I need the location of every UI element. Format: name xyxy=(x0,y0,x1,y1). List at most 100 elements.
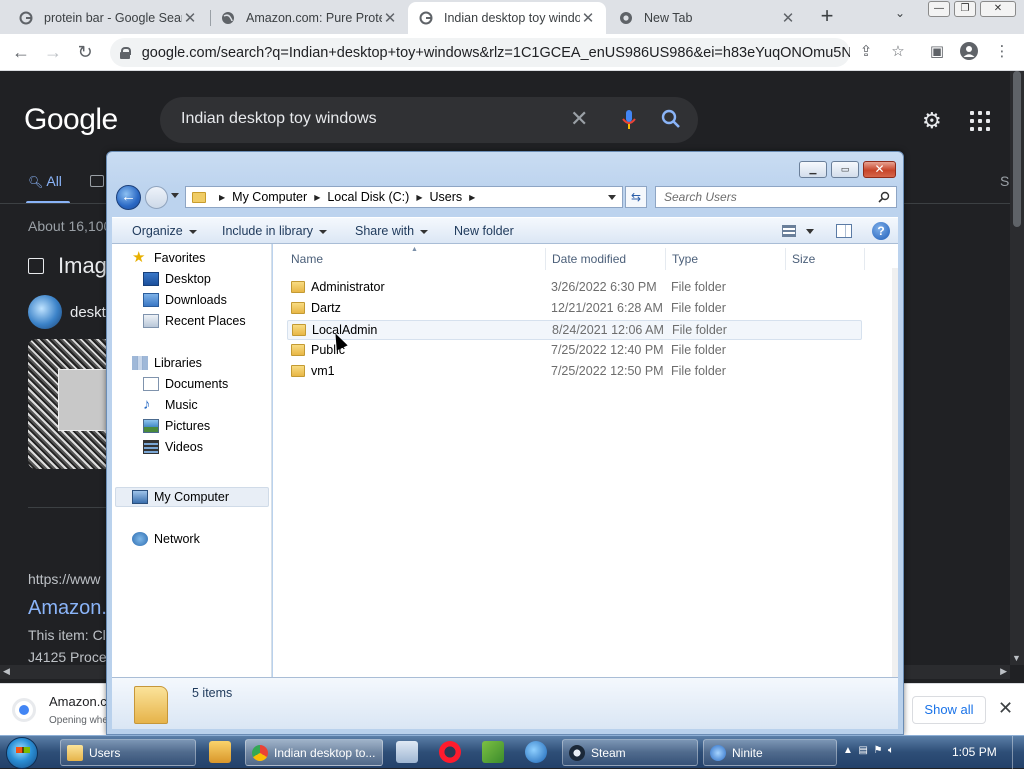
show-desktop-button[interactable] xyxy=(1012,736,1024,769)
search-query[interactable]: Indian desktop toy windows xyxy=(181,110,377,128)
image-suggestion-chip[interactable]: deskt xyxy=(28,295,106,329)
preview-pane-icon[interactable] xyxy=(836,224,852,238)
app-icon[interactable] xyxy=(482,741,504,763)
nav-libraries[interactable]: Libraries xyxy=(132,353,202,373)
file-row-administrator[interactable]: Administrator 3/26/2022 6:30 PM File fol… xyxy=(287,278,862,298)
nav-my-computer[interactable]: My Computer xyxy=(115,487,269,507)
tab-partial-label[interactable]: S xyxy=(1000,173,1009,189)
recent-pages-dropdown-icon[interactable] xyxy=(171,193,179,198)
back-arrow-icon[interactable]: ← xyxy=(10,41,32,63)
close-button[interactable]: ✕ xyxy=(980,1,1016,17)
chevron-right-icon[interactable]: ▶ xyxy=(219,193,225,202)
nav-recent-places[interactable]: Recent Places xyxy=(143,311,246,331)
file-row-public[interactable]: Public 7/25/2022 12:40 PM File folder xyxy=(287,341,862,361)
image-icon[interactable] xyxy=(90,175,104,187)
nav-pictures[interactable]: Pictures xyxy=(143,416,210,436)
tab-all[interactable]: 🔍︎ All xyxy=(28,173,62,189)
chevron-down-icon[interactable] xyxy=(608,195,616,200)
edge-icon[interactable] xyxy=(525,741,547,763)
google-logo[interactable]: Google xyxy=(24,103,118,137)
search-icon[interactable] xyxy=(660,108,682,133)
forward-arrow-icon[interactable]: → xyxy=(42,41,64,63)
notepad-icon[interactable] xyxy=(396,741,418,763)
show-all-button[interactable]: Show all xyxy=(912,696,986,724)
column-divider[interactable] xyxy=(864,248,865,270)
menu-kebab-icon[interactable]: ⋮ xyxy=(992,42,1012,62)
tab-protein-bar[interactable]: protein bar - Google Sear ✕ xyxy=(8,2,208,34)
tab-new-tab[interactable]: New Tab ✕ xyxy=(608,2,806,34)
close-icon[interactable]: ✕ xyxy=(998,698,1013,719)
share-with-button[interactable]: Share with xyxy=(355,224,429,238)
file-row-vm1[interactable]: vm1 7/25/2022 12:50 PM File folder xyxy=(287,362,862,382)
column-divider[interactable] xyxy=(665,248,666,270)
help-icon[interactable]: ? xyxy=(872,222,890,240)
chevron-right-icon[interactable]: ▶ xyxy=(469,193,475,202)
close-tab-icon[interactable]: ✕ xyxy=(382,9,398,27)
settings-gear-icon[interactable]: ⚙ xyxy=(922,108,942,134)
minimize-button[interactable]: ▁ xyxy=(799,161,827,178)
taskbar-users-button[interactable]: Users xyxy=(60,739,196,766)
reload-icon[interactable]: ↻ xyxy=(74,41,96,63)
breadcrumb-users[interactable]: Users xyxy=(429,190,462,204)
clock[interactable]: 1:05 PM xyxy=(952,745,997,759)
media-player-icon[interactable] xyxy=(209,741,231,763)
include-in-library-button[interactable]: Include in library xyxy=(222,224,328,238)
close-tab-icon[interactable]: ✕ xyxy=(580,9,596,27)
scrollbar-thumb[interactable] xyxy=(1013,71,1021,227)
start-button[interactable] xyxy=(6,737,38,769)
close-tab-icon[interactable]: ✕ xyxy=(182,9,198,27)
maximize-button[interactable]: ▭ xyxy=(831,161,859,178)
taskbar-chrome-button[interactable]: Indian desktop to... xyxy=(245,739,383,766)
breadcrumb-local-disk[interactable]: Local Disk (C:) xyxy=(327,190,409,204)
chevron-down-icon[interactable] xyxy=(806,229,814,234)
search-icon[interactable] xyxy=(878,191,890,206)
nav-network[interactable]: Network xyxy=(132,529,200,549)
refresh-icon[interactable]: ⇆ xyxy=(625,186,647,208)
close-tab-icon[interactable]: ✕ xyxy=(780,9,796,27)
organize-button[interactable]: Organize xyxy=(132,224,197,238)
restore-button[interactable]: ❐ xyxy=(954,1,976,17)
opera-icon[interactable] xyxy=(439,741,461,763)
page-vertical-scrollbar[interactable]: ▼ xyxy=(1010,71,1024,665)
chevron-right-icon[interactable]: ▶ xyxy=(314,193,320,202)
taskbar-steam-button[interactable]: Steam xyxy=(562,739,698,766)
column-header-name[interactable]: Name xyxy=(291,252,323,266)
breadcrumb-my-computer[interactable]: My Computer xyxy=(232,190,307,204)
nav-documents[interactable]: Documents xyxy=(143,374,228,394)
change-view-icon[interactable] xyxy=(782,225,796,237)
file-list-scrollbar[interactable] xyxy=(892,268,898,677)
apps-grid-icon[interactable] xyxy=(970,111,990,131)
column-divider[interactable] xyxy=(785,248,786,270)
file-row-dartz[interactable]: Dartz 12/21/2021 6:28 AM File folder xyxy=(287,299,862,319)
microphone-icon[interactable] xyxy=(622,109,636,131)
tab-indian-desktop-toy[interactable]: Indian desktop toy windo ✕ xyxy=(408,2,606,34)
profile-avatar-icon[interactable] xyxy=(959,42,979,62)
scroll-down-arrow-icon[interactable]: ▼ xyxy=(1012,653,1021,663)
column-divider[interactable] xyxy=(545,248,546,270)
taskbar-ninite-button[interactable]: Ninite xyxy=(703,739,837,766)
scroll-left-arrow-icon[interactable]: ◀ xyxy=(3,666,10,677)
scroll-right-arrow-icon[interactable]: ▶ xyxy=(1000,666,1007,677)
side-panel-icon[interactable]: ▣ xyxy=(927,42,947,62)
share-icon[interactable]: ⇪ xyxy=(856,42,876,62)
address-bar[interactable]: ▶ My Computer ▶ Local Disk (C:) ▶ Users … xyxy=(185,186,623,208)
clear-icon[interactable]: ✕ xyxy=(570,106,588,132)
nav-downloads[interactable]: Downloads xyxy=(143,290,227,310)
address-bar[interactable]: google.com/search?q=Indian+desktop+toy+w… xyxy=(110,38,850,67)
image-thumbnail[interactable] xyxy=(28,339,118,469)
tab-search-icon[interactable]: ⌄ xyxy=(895,6,905,20)
column-header-type[interactable]: Type xyxy=(672,252,698,266)
back-arrow-icon[interactable]: ← xyxy=(116,185,141,210)
nav-videos[interactable]: Videos xyxy=(143,437,203,457)
nav-favorites[interactable]: ★ Favorites xyxy=(132,248,205,268)
search-box[interactable]: Indian desktop toy windows ✕ xyxy=(160,97,698,143)
tab-amazon[interactable]: Amazon.com: Pure Protei ✕ xyxy=(210,2,408,34)
forward-arrow-icon[interactable] xyxy=(145,186,168,209)
new-folder-button[interactable]: New folder xyxy=(454,224,514,238)
bookmark-star-icon[interactable]: ☆ xyxy=(888,42,908,62)
minimize-button[interactable]: — xyxy=(928,1,950,17)
file-row-localadmin[interactable]: LocalAdmin 8/24/2021 12:06 AM File folde… xyxy=(287,320,862,340)
search-input[interactable]: Search Users xyxy=(655,186,897,208)
result-link[interactable]: Amazon. xyxy=(28,597,107,620)
column-header-size[interactable]: Size xyxy=(792,252,815,266)
